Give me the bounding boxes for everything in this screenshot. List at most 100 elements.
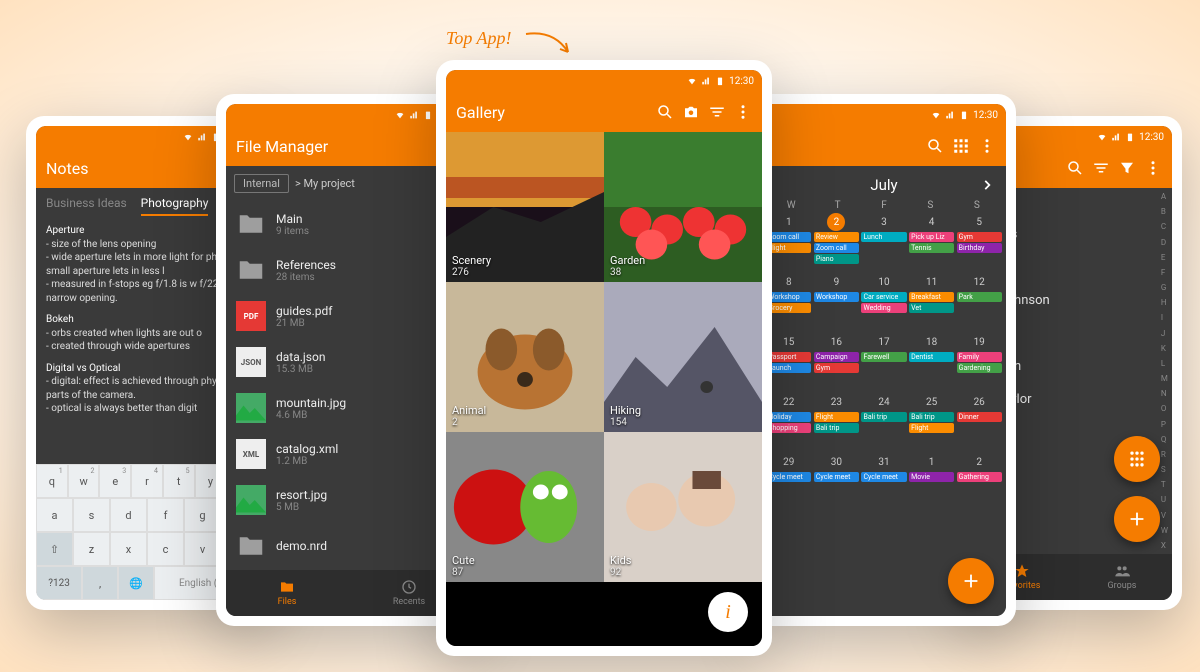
event-chip[interactable]: Cycle meet — [814, 472, 859, 482]
day-cell[interactable]: 9Workshop — [814, 273, 860, 331]
event-chip[interactable]: Movie — [909, 472, 954, 482]
day-cell[interactable]: 11BreakfastVet — [909, 273, 955, 331]
event-chip[interactable]: Vet — [909, 303, 954, 313]
event-chip[interactable]: Gathering — [957, 472, 1002, 482]
event-chip[interactable]: Flight — [814, 412, 859, 422]
event-chip[interactable]: Cycle meet — [766, 472, 811, 482]
day-cell[interactable]: 17Farewell — [861, 333, 907, 391]
key-z[interactable]: z — [73, 532, 110, 566]
event-chip[interactable]: Flight — [766, 243, 811, 253]
sort-icon[interactable] — [708, 103, 726, 121]
event-chip[interactable]: Pick up Liz — [909, 232, 954, 242]
add-contact-fab[interactable] — [1114, 496, 1160, 542]
day-cell[interactable]: 22HolidayShopping — [766, 393, 812, 451]
event-chip[interactable]: Wedding — [861, 303, 906, 313]
key-q[interactable]: q1 — [36, 464, 68, 498]
album-hiking[interactable]: Hiking154 — [604, 282, 762, 432]
alpha-index[interactable]: ABCDEFGHIJKLMNOPQRSTUVWX — [1161, 192, 1168, 550]
key-d[interactable]: d — [110, 498, 147, 532]
filter-icon[interactable] — [1118, 159, 1136, 177]
event-chip[interactable]: Bali trip — [814, 423, 859, 433]
day-cell[interactable]: 4Pick up LizTennis — [909, 213, 955, 271]
month-header[interactable]: July — [762, 166, 1006, 198]
file-row[interactable]: References28 items — [226, 247, 470, 293]
event-chip[interactable]: Dentist — [909, 352, 954, 362]
file-row[interactable]: demo.nrd — [226, 523, 470, 569]
event-chip[interactable]: Dinner — [957, 412, 1002, 422]
event-chip[interactable]: Campaign — [814, 352, 859, 362]
event-chip[interactable]: Birthday — [957, 243, 1002, 253]
info-fab[interactable]: i — [708, 592, 748, 632]
event-chip[interactable]: Zoom call — [814, 243, 859, 253]
day-cell[interactable]: 31Cycle meet — [861, 453, 907, 511]
more-icon[interactable] — [734, 103, 752, 121]
day-cell[interactable]: 3Lunch — [861, 213, 907, 271]
day-cell[interactable]: 23FlightBali trip — [814, 393, 860, 451]
breadcrumb[interactable]: Internal > My project — [226, 166, 470, 201]
event-chip[interactable]: Review — [814, 232, 859, 242]
nav-groups[interactable]: Groups — [1072, 554, 1172, 600]
event-chip[interactable]: Cycle meet — [861, 472, 906, 482]
event-chip[interactable]: Passport — [766, 352, 811, 362]
event-chip[interactable]: Tennis — [909, 243, 954, 253]
calendar-grid[interactable]: 1Zoom callFlight2ReviewZoom callPiano3Lu… — [762, 213, 1006, 511]
key-r[interactable]: r4 — [131, 464, 163, 498]
album-garden[interactable]: Garden38 — [604, 132, 762, 282]
nav-files[interactable]: Files — [226, 570, 348, 616]
event-chip[interactable]: Park — [957, 292, 1002, 302]
key-x[interactable]: x — [110, 532, 147, 566]
event-chip[interactable]: Zoom call — [766, 232, 811, 242]
day-cell[interactable]: 24Bali trip — [861, 393, 907, 451]
album-scenery[interactable]: Scenery276 — [446, 132, 604, 282]
day-cell[interactable]: 18Dentist — [909, 333, 955, 391]
day-cell[interactable]: 12Park — [956, 273, 1002, 331]
event-chip[interactable]: Holiday — [766, 412, 811, 422]
event-chip[interactable]: Farewell — [861, 352, 906, 362]
event-chip[interactable]: Flight — [909, 423, 954, 433]
event-chip[interactable]: Shopping — [766, 423, 811, 433]
shift-key[interactable]: ⇧ — [36, 532, 73, 566]
day-cell[interactable]: 8WorkshopGrocery — [766, 273, 812, 331]
event-chip[interactable]: Piano — [814, 254, 859, 264]
event-chip[interactable]: Launch — [766, 363, 811, 373]
day-cell[interactable]: 10Car serviceWedding — [861, 273, 907, 331]
album-cute[interactable]: Cute87 — [446, 432, 604, 582]
day-cell[interactable]: 1Zoom callFlight — [766, 213, 812, 271]
day-cell[interactable]: 15PassportLaunch — [766, 333, 812, 391]
event-chip[interactable]: Workshop — [814, 292, 859, 302]
tab-business[interactable]: Business Ideas — [46, 196, 127, 216]
dialpad-fab[interactable] — [1114, 436, 1160, 482]
event-chip[interactable]: Car service — [861, 292, 906, 302]
sort-icon[interactable] — [1092, 159, 1110, 177]
file-row[interactable]: Main9 items — [226, 201, 470, 247]
file-row[interactable]: XMLcatalog.xml1.2 MB — [226, 431, 470, 477]
day-cell[interactable]: 16CampaignGym — [814, 333, 860, 391]
more-icon[interactable] — [978, 137, 996, 155]
event-chip[interactable]: Gardening — [957, 363, 1002, 373]
key-t[interactable]: t5 — [163, 464, 195, 498]
event-chip[interactable]: Bali trip — [909, 412, 954, 422]
day-cell[interactable]: 5GymBirthday — [956, 213, 1002, 271]
sym-key[interactable]: ?123 — [36, 566, 82, 600]
day-cell[interactable]: 19FamilyGardening — [956, 333, 1002, 391]
event-chip[interactable]: Gym — [957, 232, 1002, 242]
day-cell[interactable]: 1Movie — [909, 453, 955, 511]
day-cell[interactable]: 30Cycle meet — [814, 453, 860, 511]
album-animal[interactable]: Animal2 — [446, 282, 604, 432]
day-cell[interactable]: 26Dinner — [956, 393, 1002, 451]
day-cell[interactable]: 29Cycle meet — [766, 453, 812, 511]
key-e[interactable]: e3 — [99, 464, 131, 498]
event-chip[interactable]: Grocery — [766, 303, 811, 313]
tab-photography[interactable]: Photography — [141, 196, 209, 216]
file-row[interactable]: JSONdata.json15.3 MB — [226, 339, 470, 385]
day-cell[interactable]: 2Gathering — [956, 453, 1002, 511]
event-chip[interactable]: Family — [957, 352, 1002, 362]
event-chip[interactable]: Gym — [814, 363, 859, 373]
key-f[interactable]: f — [147, 498, 184, 532]
breadcrumb-root[interactable]: Internal — [234, 174, 289, 193]
key-w[interactable]: w2 — [68, 464, 100, 498]
camera-icon[interactable] — [682, 103, 700, 121]
event-chip[interactable]: Bali trip — [861, 412, 906, 422]
search-icon[interactable] — [926, 137, 944, 155]
search-icon[interactable] — [1066, 159, 1084, 177]
